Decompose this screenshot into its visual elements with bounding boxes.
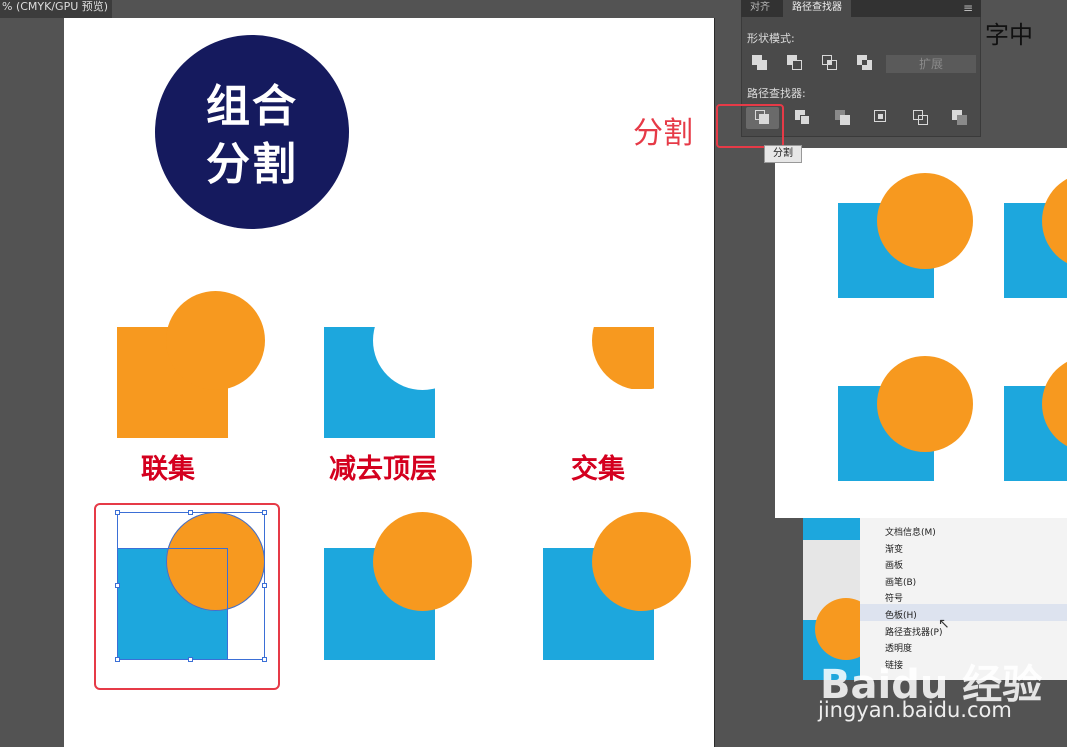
label-unite: 联集 — [141, 454, 195, 485]
minus-front-icon[interactable] — [787, 55, 805, 73]
intersect-shape[interactable] — [592, 327, 654, 389]
pair3-circle[interactable] — [592, 512, 691, 611]
label-intersect: 交集 — [571, 454, 625, 485]
preview-circle-1 — [877, 173, 973, 269]
label-minus-front: 减去顶层 — [329, 454, 437, 485]
minus-front-shape[interactable] — [324, 327, 435, 438]
pathfinders-label: 路径查找器: — [747, 87, 806, 100]
preview-circle-4 — [1042, 356, 1067, 452]
cursor-icon: ↖ — [938, 616, 950, 632]
menu-backdrop-blue — [803, 518, 860, 540]
preview-circle-3 — [877, 356, 973, 452]
outline-icon[interactable] — [913, 110, 931, 128]
document-tab[interactable]: % (CMYK/GPU 预览) — [0, 0, 112, 18]
divide-highlight — [716, 104, 784, 148]
preview-circle-2 — [1042, 173, 1067, 269]
menu-item-brushes[interactable]: 画笔(B) — [885, 575, 916, 588]
selection-highlight — [94, 503, 280, 690]
menu-item-artboards[interactable]: 画板 — [885, 558, 903, 571]
crop-icon[interactable] — [874, 110, 892, 128]
expand-button[interactable]: 扩展 — [886, 55, 976, 73]
top-right-text: 字中 — [985, 21, 1033, 49]
divide-tooltip: 分割 — [764, 145, 802, 163]
menu-item-pathfinder[interactable]: 路径查找器(P) — [885, 625, 942, 638]
exclude-icon[interactable] — [857, 55, 875, 73]
divide-annotation: 分割 — [633, 116, 693, 151]
tab-pathfinder[interactable]: 路径查找器 — [783, 0, 851, 17]
minus-back-icon[interactable] — [952, 110, 970, 128]
panel-tab-bar — [741, 0, 981, 17]
baidu-watermark-url: jingyan.baidu.com — [818, 698, 1012, 722]
unite-circle[interactable] — [166, 291, 265, 390]
shape-modes-label: 形状模式: — [747, 32, 795, 45]
merge-icon[interactable] — [835, 110, 853, 128]
pair2-circle[interactable] — [373, 512, 472, 611]
menu-item-doc-info[interactable]: 文档信息(M) — [885, 525, 936, 538]
menu-item-symbols[interactable]: 符号 — [885, 591, 903, 604]
intersect-icon[interactable] — [822, 55, 840, 73]
title-line-2: 分割 — [206, 139, 298, 190]
menu-item-swatches[interactable]: 色板(H) — [885, 608, 917, 621]
title-line-1: 组合 — [206, 81, 298, 132]
artboard-edge — [714, 18, 715, 747]
menu-item-gradient[interactable]: 渐变 — [885, 542, 903, 555]
trim-icon[interactable] — [795, 110, 813, 128]
tab-align[interactable]: 对齐 — [750, 0, 770, 17]
hamburger-icon[interactable]: ≡ — [963, 1, 973, 15]
unite-icon[interactable] — [752, 55, 770, 73]
